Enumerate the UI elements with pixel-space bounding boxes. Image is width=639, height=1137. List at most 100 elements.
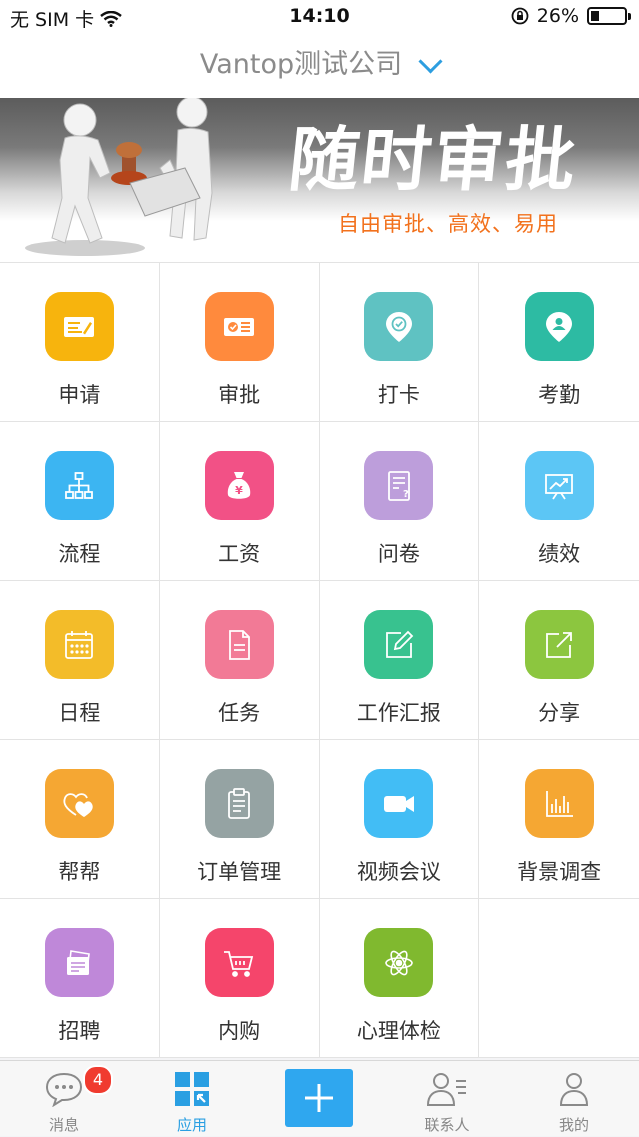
location-check-icon: [385, 311, 412, 342]
app-label: 考勤: [538, 383, 581, 407]
tab-contacts[interactable]: 联系人: [392, 1061, 502, 1137]
empty-cell: [479, 899, 639, 1058]
app-tile: [364, 610, 434, 679]
status-bar: 无 SIM 卡 14:10 26%: [0, 0, 639, 34]
app-label: 背景调查: [517, 860, 602, 884]
app-label: 流程: [58, 542, 101, 566]
app-recruitment[interactable]: 招聘: [0, 899, 160, 1058]
app-video-meeting[interactable]: 视频会议: [319, 740, 480, 899]
tab-label: 消息: [48, 1116, 79, 1134]
app-share[interactable]: 分享: [479, 581, 639, 740]
app-label: 申请: [58, 383, 101, 407]
company-switcher[interactable]: Vantop测试公司: [199, 34, 443, 96]
shopping-cart-icon: [224, 950, 254, 977]
app-tile: [204, 769, 274, 838]
app-label: 视频会议: [356, 860, 441, 884]
app-work-report[interactable]: 工作汇报: [319, 581, 480, 740]
app-label: 审批: [218, 383, 261, 407]
app-label: 订单管理: [197, 860, 282, 884]
app-tile: [524, 451, 594, 520]
unread-badge: 4: [83, 1065, 113, 1095]
app-label: 工作汇报: [356, 701, 441, 725]
app-tile: [44, 292, 114, 361]
app-tile: [44, 451, 114, 520]
app-approval[interactable]: 审批: [159, 263, 320, 422]
app-tile: [204, 292, 274, 361]
money-bag-icon: ¥: [227, 471, 251, 499]
app-survey[interactable]: ? 问卷: [319, 422, 480, 581]
app-tile: [44, 610, 114, 679]
banner-figures-illustration: [25, 98, 213, 256]
form-pen-icon: [64, 316, 95, 337]
app-tile: [44, 769, 114, 838]
app-label: 招聘: [58, 1019, 101, 1043]
add-button[interactable]: [285, 1069, 353, 1127]
app-psych-checkup[interactable]: 心理体检: [319, 899, 480, 1058]
banner-title: 随时审批: [285, 119, 582, 201]
app-label: 任务: [218, 701, 261, 725]
app-background-check[interactable]: 背景调查: [479, 740, 639, 899]
svg-text:?: ?: [403, 489, 409, 500]
app-tile: [204, 928, 274, 997]
person-icon: [559, 1073, 589, 1106]
share-icon: [546, 631, 573, 658]
app-internal-purchase[interactable]: 内购: [159, 899, 320, 1058]
app-label: 工资: [218, 542, 261, 566]
app-tasks[interactable]: 任务: [159, 581, 320, 740]
app-tile: ?: [364, 451, 434, 520]
app-label: 绩效: [538, 542, 581, 566]
app-order-management[interactable]: 订单管理: [159, 740, 320, 899]
app-attendance[interactable]: 考勤: [479, 263, 639, 422]
app-tile: [524, 292, 594, 361]
edit-report-icon: [385, 630, 414, 658]
chevron-down-icon: [418, 48, 443, 74]
app-workflow[interactable]: 流程: [0, 422, 160, 581]
app-tile: [204, 610, 274, 679]
clipboard-icon: [228, 787, 251, 819]
tab-bar: 4 消息 应用 联系人 我的: [0, 1060, 639, 1136]
app-label: 日程: [58, 701, 101, 725]
tab-me[interactable]: 我的: [519, 1061, 629, 1137]
questionnaire-icon: ?: [387, 470, 410, 501]
app-label: 打卡: [377, 383, 420, 407]
tab-label: 我的: [558, 1116, 589, 1134]
app-help[interactable]: 帮帮: [0, 740, 160, 899]
svg-text:¥: ¥: [235, 484, 243, 497]
app-label: 分享: [538, 701, 581, 725]
app-label: 帮帮: [58, 860, 101, 884]
app-tile: [524, 610, 594, 679]
flow-chart-icon: [65, 471, 94, 499]
banner-subtitle: 自由审批、高效、易用: [338, 212, 558, 236]
app-tile: [364, 292, 434, 361]
app-tile: ¥: [204, 451, 274, 520]
app-grid: 申请 审批 打卡 考勤 流程 ¥ 工资 ? 问卷 绩效 日程 任务 工作汇报 分…: [0, 262, 639, 1058]
app-apply[interactable]: 申请: [0, 263, 160, 422]
app-performance[interactable]: 绩效: [479, 422, 639, 581]
app-tile: [364, 769, 434, 838]
tab-messages[interactable]: 4 消息: [9, 1061, 119, 1137]
contacts-icon: [426, 1073, 466, 1106]
tab-apps[interactable]: 应用: [137, 1061, 247, 1137]
tab-label: 联系人: [424, 1116, 470, 1134]
hearts-icon: [63, 792, 94, 817]
app-salary[interactable]: ¥ 工资: [159, 422, 320, 581]
app-label: 内购: [218, 1019, 261, 1043]
approve-card-icon: [224, 317, 255, 336]
video-camera-icon: [383, 795, 414, 812]
app-schedule[interactable]: 日程: [0, 581, 160, 740]
app-clock-in[interactable]: 打卡: [319, 263, 480, 422]
document-icon: [229, 629, 251, 660]
tab-label: 应用: [176, 1116, 207, 1134]
company-name: Vantop测试公司: [199, 49, 403, 80]
location-person-icon: [546, 311, 573, 342]
app-label: 心理体检: [356, 1019, 441, 1043]
battery-percent: 26%: [536, 5, 579, 27]
app-tile: [364, 928, 434, 997]
header: Vantop测试公司: [0, 34, 639, 98]
promo-banner[interactable]: 随时审批 自由审批、高效、易用: [0, 98, 639, 262]
recruit-cards-icon: [67, 949, 91, 975]
atom-icon: [385, 950, 413, 975]
app-tile: [524, 769, 594, 838]
battery-icon: [587, 7, 631, 25]
calendar-icon: [65, 630, 94, 659]
